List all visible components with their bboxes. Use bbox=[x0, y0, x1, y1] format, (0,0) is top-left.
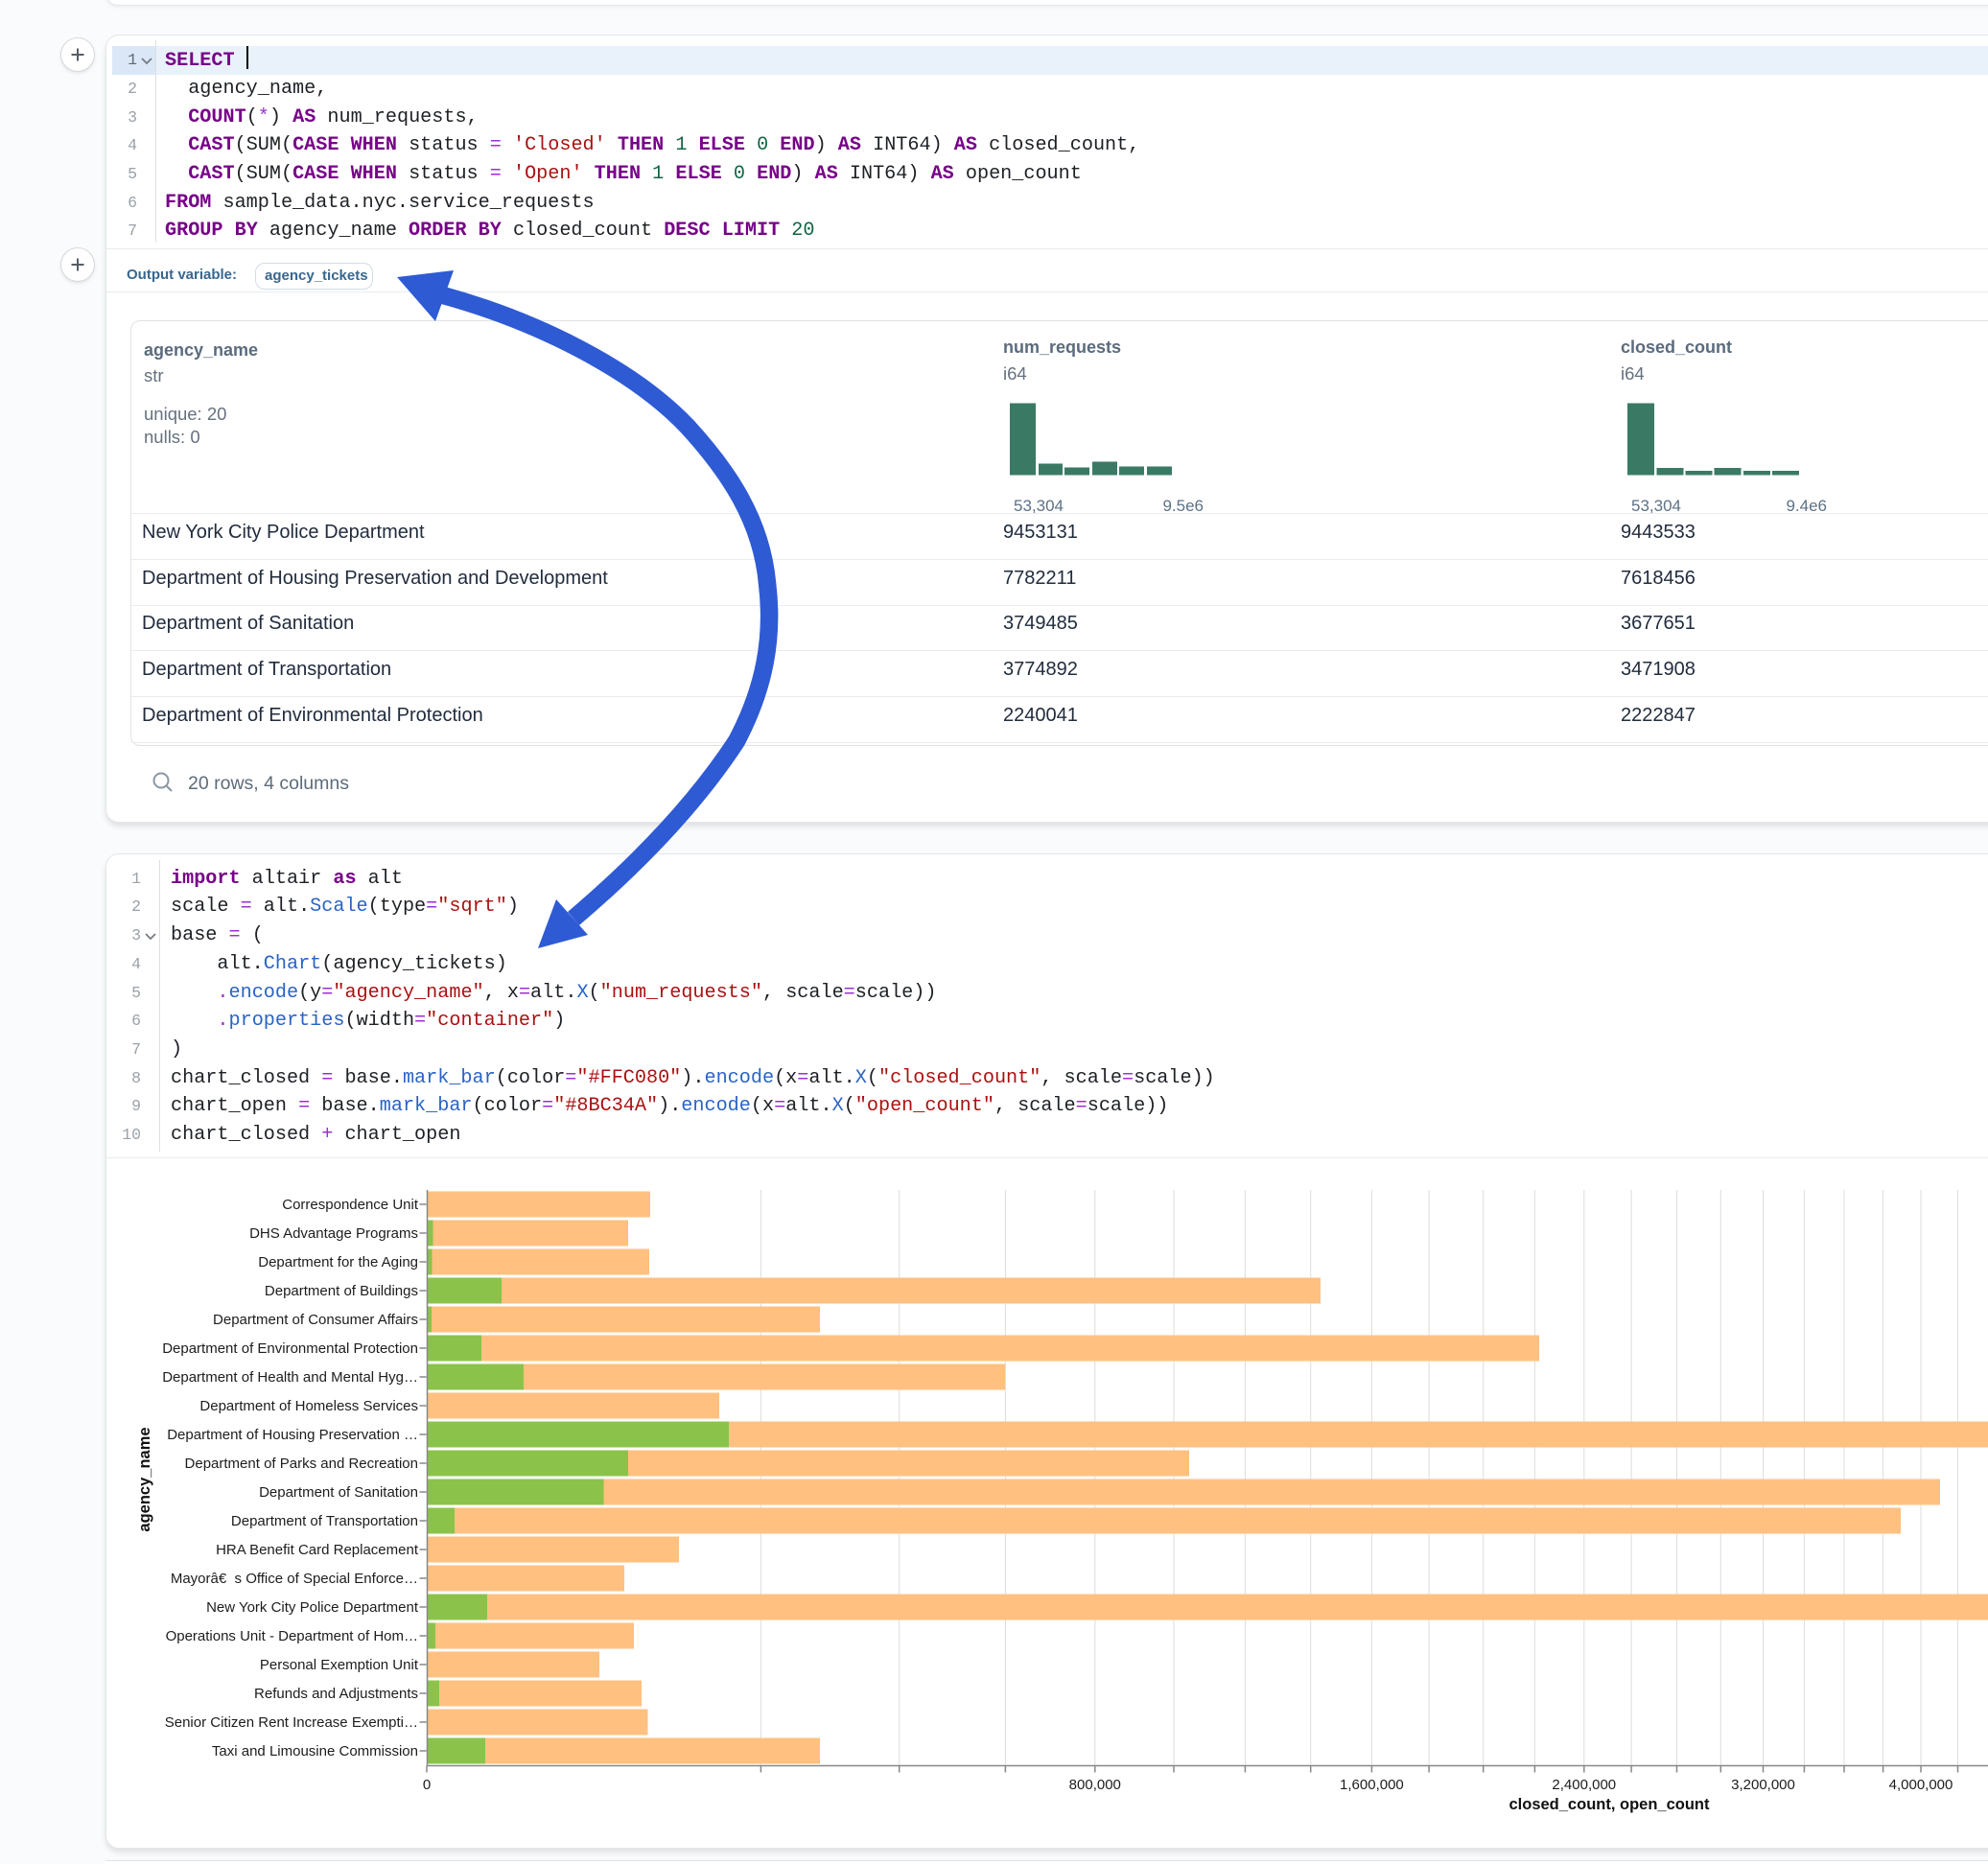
svg-text:Personal Exemption Unit: Personal Exemption Unit bbox=[260, 1657, 419, 1673]
svg-text:0: 0 bbox=[423, 1777, 431, 1793]
svg-text:Department for the Aging: Department for the Aging bbox=[258, 1254, 418, 1270]
svg-text:Refunds and Adjustments: Refunds and Adjustments bbox=[254, 1686, 418, 1702]
svg-text:Department of Transportation: Department of Transportation bbox=[231, 1513, 418, 1529]
svg-text:Correspondence Unit: Correspondence Unit bbox=[282, 1197, 419, 1213]
svg-text:800,000: 800,000 bbox=[1069, 1777, 1121, 1793]
svg-text:Department of Environmental Pr: Department of Environmental Protection bbox=[162, 1340, 418, 1357]
svg-text:closed_count, open_count: closed_count, open_count bbox=[1509, 1796, 1710, 1813]
svg-text:Department of Housing Preserva: Department of Housing Preservation … bbox=[167, 1427, 418, 1443]
svg-text:DHS Advantage Programs: DHS Advantage Programs bbox=[249, 1225, 418, 1242]
svg-text:2,400,000: 2,400,000 bbox=[1552, 1777, 1616, 1793]
svg-text:Department of Homeless Service: Department of Homeless Services bbox=[199, 1398, 418, 1414]
svg-text:3,200,000: 3,200,000 bbox=[1731, 1777, 1795, 1793]
svg-text:Department of Health and Menta: Department of Health and Mental Hyg… bbox=[162, 1369, 418, 1386]
svg-text:New York City Police Departmen: New York City Police Department bbox=[206, 1599, 419, 1616]
svg-text:HRA Benefit Card Replacement: HRA Benefit Card Replacement bbox=[216, 1542, 419, 1558]
svg-text:Department of Sanitation: Department of Sanitation bbox=[259, 1484, 418, 1501]
svg-text:agency_name: agency_name bbox=[136, 1427, 153, 1531]
svg-text:4,000,000: 4,000,000 bbox=[1889, 1777, 1953, 1793]
svg-text:1,600,000: 1,600,000 bbox=[1340, 1777, 1404, 1793]
svg-text:Taxi and Limousine Commission: Taxi and Limousine Commission bbox=[212, 1743, 418, 1759]
svg-text:Mayorâ€ s Office of Special E: Mayorâ€ s Office of Special Enforce… bbox=[171, 1571, 418, 1587]
svg-text:Department of Buildings: Department of Buildings bbox=[265, 1283, 418, 1299]
svg-text:Department of Consumer Affairs: Department of Consumer Affairs bbox=[213, 1312, 418, 1328]
svg-text:Senior Citizen Rent Increase E: Senior Citizen Rent Increase Exempti… bbox=[165, 1714, 418, 1731]
svg-text:Operations Unit - Department o: Operations Unit - Department of Hom… bbox=[166, 1628, 418, 1644]
svg-text:Department of Parks and Recrea: Department of Parks and Recreation bbox=[185, 1456, 418, 1472]
